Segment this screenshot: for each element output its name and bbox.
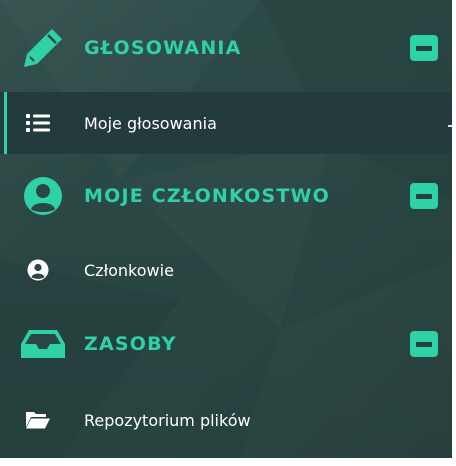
section-header-moje-czlonkostwo[interactable]: MOJE CZŁONKOSTWO <box>0 152 452 240</box>
menu-item-label: Członkowie <box>84 260 174 280</box>
user-circle-icon <box>22 254 54 286</box>
collapse-toggle[interactable] <box>410 183 438 209</box>
minus-icon <box>416 45 432 51</box>
inbox-tray-icon <box>20 321 66 367</box>
menu-item-label: Moje głosowania <box>84 113 217 133</box>
section-title: ZASOBY <box>84 333 177 355</box>
collapse-toggle[interactable] <box>410 331 438 357</box>
menu-item-czlonkowie[interactable]: Członkowie <box>0 234 452 306</box>
section-header-zasoby[interactable]: ZASOBY <box>0 300 452 388</box>
menu-item-repozytorium-plikow[interactable]: Repozytorium plików <box>0 384 452 456</box>
pencil-icon <box>20 25 66 71</box>
minus-icon <box>416 341 432 347</box>
collapse-toggle[interactable] <box>410 35 438 61</box>
sidebar-menu: GŁOSOWANIA Moje głosowania MOJE CZŁONKOS… <box>0 0 452 458</box>
menu-item-label: Repozytorium plików <box>84 410 251 430</box>
section-header-glosowania[interactable]: GŁOSOWANIA <box>0 4 452 92</box>
active-indicator <box>448 125 452 127</box>
folder-open-icon <box>22 404 54 436</box>
section-title: GŁOSOWANIA <box>84 37 242 59</box>
menu-item-moje-glosowania[interactable]: Moje głosowania <box>0 92 452 154</box>
section-title: MOJE CZŁONKOSTWO <box>84 185 330 207</box>
list-icon <box>22 107 54 139</box>
user-circle-icon <box>20 173 66 219</box>
minus-icon <box>416 193 432 199</box>
